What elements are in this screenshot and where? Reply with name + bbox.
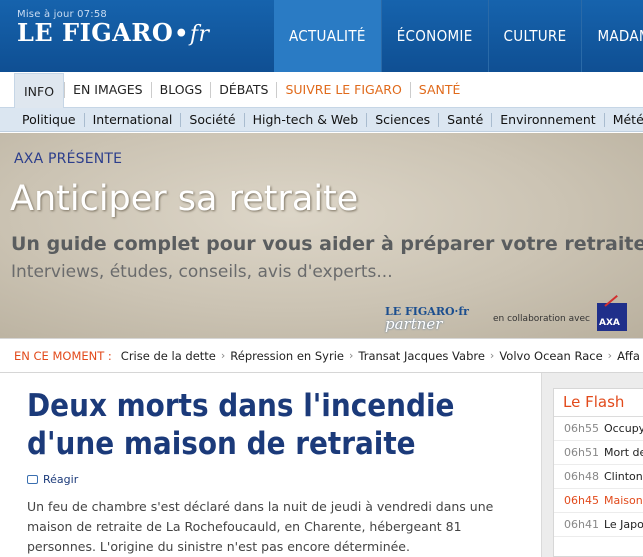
flash-item[interactable]: 06h41 Le Japo	[554, 513, 643, 537]
main-article: Deux morts dans l'incendie d'une maison …	[0, 373, 520, 557]
flash-title[interactable]: Le Flash	[554, 389, 643, 417]
secondary-nav: INFO EN IMAGES BLOGS DÉBATS SUIVRE LE FI…	[0, 72, 643, 109]
ad-presenter: AXA PRÉSENTE	[14, 151, 123, 167]
flash-news-box: Le Flash 06h55 Occupy 06h51 Mort de 06h48 C…	[553, 388, 643, 557]
rubric-meteo[interactable]: Météo	[603, 112, 643, 127]
flash-item[interactable]: 06h55 Occupy	[554, 417, 643, 441]
subnav-debats[interactable]: DÉBATS	[210, 81, 276, 98]
subnav-suivre-le-figaro[interactable]: SUIVRE LE FIGARO	[276, 81, 409, 98]
trending-topics-bar: EN CE MOMENT : Crise de la dette › Répre…	[0, 338, 643, 373]
main-nav: ACTUALITÉ ÉCONOMIE CULTURE MADAME	[274, 0, 643, 72]
axa-ad-banner[interactable]: AXA PRÉSENTE Anticiper sa retraite Un gu…	[0, 133, 643, 338]
flash-text: Maison	[603, 494, 643, 507]
rubric-sante[interactable]: Santé	[438, 112, 491, 127]
rubric-nav: Politique International Société High-tec…	[0, 108, 643, 132]
flash-time: 06h48	[564, 470, 599, 483]
flash-time: 06h41	[564, 518, 599, 531]
tab-economie[interactable]: ÉCONOMIE	[380, 0, 488, 72]
flash-time: 06h45	[564, 494, 599, 507]
rubric-politique[interactable]: Politique	[14, 112, 84, 127]
logo-fr-text: fr	[189, 22, 210, 47]
figaro-partner-logo: LE FIGARO·fr partner	[385, 305, 469, 333]
flash-text: Le Japo	[603, 518, 643, 531]
ad-tagline: Interviews, études, conseils, avis d'exp…	[11, 262, 393, 282]
subnav-blogs[interactable]: BLOGS	[150, 81, 211, 98]
ad-subheadline: Un guide complet pour vous aider à prépa…	[11, 233, 643, 255]
rubric-societe[interactable]: Société	[180, 112, 243, 127]
article-title[interactable]: Deux morts dans l'incendie d'une maison …	[27, 387, 507, 463]
article-summary: Un feu de chambre s'est déclaré dans la …	[27, 499, 494, 554]
top-header: Mise à jour 07:58 LE FIGARO•fr ACTUALITÉ…	[0, 0, 643, 72]
logo-dot: •	[174, 21, 189, 47]
tab-madame[interactable]: MADAME	[581, 0, 643, 72]
flash-time: 06h51	[564, 446, 599, 459]
figaro-logo[interactable]: LE FIGARO•fr	[17, 18, 210, 47]
flash-item[interactable]: 06h51 Mort de	[554, 441, 643, 465]
trending-topic[interactable]: Crise de la dette	[116, 349, 221, 363]
rubric-environnement[interactable]: Environnement	[491, 112, 603, 127]
ad-collaboration-text: en collaboration avec	[493, 314, 590, 324]
flash-text: Mort de	[603, 446, 643, 459]
flash-item[interactable]: 06h45 Maison	[554, 489, 643, 513]
trending-topic[interactable]: Affa	[612, 349, 643, 363]
react-label: Réagir	[43, 473, 79, 486]
rubric-high-tech-web[interactable]: High-tech & Web	[243, 112, 367, 127]
flash-time: 06h55	[564, 422, 599, 435]
tab-culture[interactable]: CULTURE	[487, 0, 582, 72]
trending-topic[interactable]: Répression en Syrie	[225, 349, 349, 363]
flash-news-column: Le Flash 06h55 Occupy 06h51 Mort de 06h48 C…	[541, 373, 643, 557]
axa-logo: AXA	[597, 303, 627, 331]
subnav-en-images[interactable]: EN IMAGES	[64, 81, 151, 98]
tab-actualite[interactable]: ACTUALITÉ	[274, 0, 381, 72]
rubric-international[interactable]: International	[83, 112, 181, 127]
flash-text: Clinton	[603, 470, 643, 483]
flash-text: Occupy	[603, 422, 643, 435]
trending-label: EN CE MOMENT :	[14, 348, 112, 363]
flash-item[interactable]: 06h48 Clinton	[554, 465, 643, 489]
trending-topic[interactable]: Volvo Ocean Race	[494, 349, 607, 363]
subnav-sante[interactable]: SANTÉ	[409, 81, 469, 98]
rubric-sciences[interactable]: Sciences	[366, 112, 438, 127]
react-link[interactable]: Réagir	[27, 473, 78, 486]
subnav-info[interactable]: INFO	[14, 72, 65, 109]
logo-main-text: LE FIGARO	[17, 18, 174, 47]
axa-logo-text: AXA	[599, 318, 620, 328]
comment-icon	[27, 475, 38, 484]
ad-headline: Anticiper sa retraite	[10, 179, 359, 219]
trending-topic[interactable]: Transat Jacques Vabre	[353, 349, 490, 363]
